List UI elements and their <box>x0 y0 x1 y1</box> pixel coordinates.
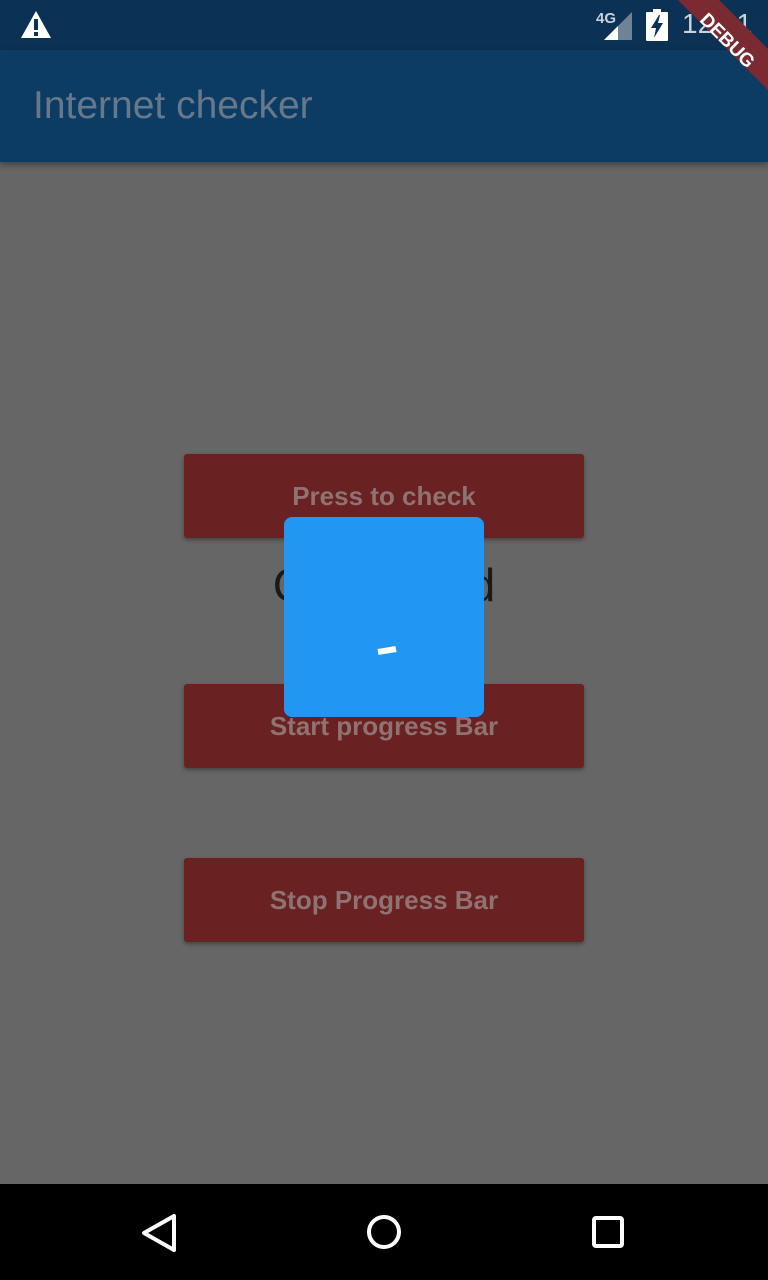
progress-dialog <box>284 517 484 717</box>
battery-charging-icon <box>646 9 668 41</box>
progress-spinner-icon <box>377 646 397 655</box>
app-bar: Internet checker <box>0 50 768 162</box>
status-time: 12:31 <box>682 8 753 39</box>
home-icon[interactable] <box>359 1208 409 1258</box>
app-title: Internet checker <box>33 84 313 127</box>
cell-signal-icon <box>604 12 632 40</box>
stop-progress-button[interactable]: Stop Progress Bar <box>184 858 584 942</box>
recents-icon[interactable] <box>583 1208 633 1258</box>
status-bar: 4G 12:31 <box>0 0 768 50</box>
navigation-bar <box>0 1184 768 1280</box>
warning-icon <box>21 11 51 38</box>
back-icon[interactable] <box>134 1208 184 1258</box>
